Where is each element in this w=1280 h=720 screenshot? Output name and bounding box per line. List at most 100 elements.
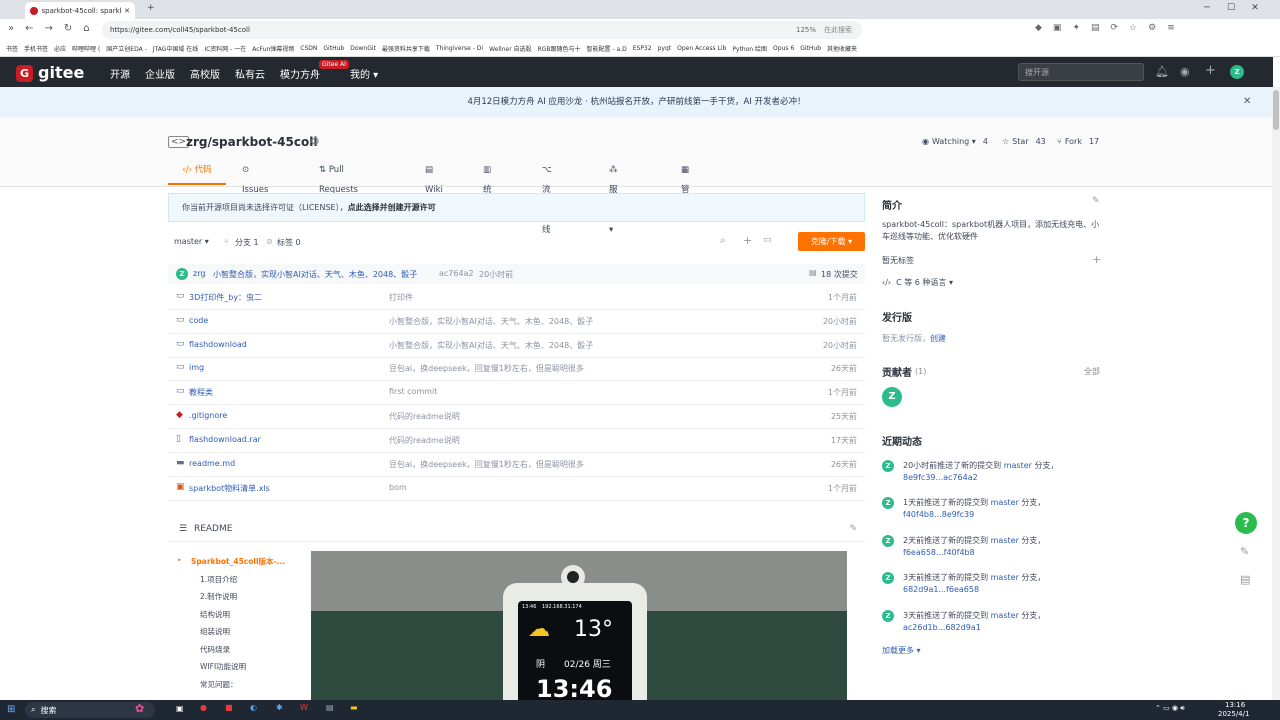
watch-button[interactable]: ◉ Watching ▾ 4: [922, 135, 988, 148]
bookmark-item[interactable]: 智能配置 - a.D: [587, 44, 627, 53]
toc-item[interactable]: Sparkbot_45coll版本-...: [191, 556, 285, 567]
commit-range-link[interactable]: f40f4b8...8e9fc39: [903, 510, 974, 519]
new-tab-icon[interactable]: +: [147, 3, 155, 13]
bookmark-item[interactable]: Open Access Lib: [677, 45, 726, 52]
gitee-logo[interactable]: Ggitee: [16, 63, 84, 82]
bookmark-item[interactable]: GitHub: [323, 45, 344, 52]
bookmark-item[interactable]: 手机书签: [24, 44, 48, 53]
commit-author[interactable]: zrg: [193, 269, 205, 278]
tab-manage[interactable]: ▦ 管理: [681, 160, 690, 215]
file-name[interactable]: readme.md: [189, 459, 235, 468]
commit-range-link[interactable]: 8e9fc39...ac764a2: [903, 473, 978, 482]
window-close-icon[interactable]: ✕: [1243, 3, 1267, 13]
commit-range-link[interactable]: f6ea658...f40f4b8: [903, 548, 975, 557]
branch-link[interactable]: master: [991, 498, 1019, 507]
banner-close-icon[interactable]: ✕: [1243, 96, 1251, 107]
settings-icon[interactable]: ⚙: [1148, 23, 1156, 33]
tab-close-icon[interactable]: ✕: [124, 7, 130, 15]
commit-count[interactable]: 18 次提交: [821, 269, 858, 280]
toc-item[interactable]: 常见问题：: [200, 679, 238, 690]
clone-download-button[interactable]: 克隆/下载 ▾: [798, 232, 865, 251]
file-name[interactable]: .gitignore: [189, 411, 227, 420]
create-release-link[interactable]: 创建: [930, 333, 946, 344]
avatar[interactable]: Z: [882, 610, 894, 622]
bookmark-item[interactable]: IC资料网 - 一在: [204, 44, 246, 53]
toc-item[interactable]: 1.项目介绍: [200, 574, 237, 585]
edit-intro-icon[interactable]: ✎: [1092, 196, 1100, 206]
file-name[interactable]: 3D打印件_by：虫二: [189, 292, 262, 303]
bookmark-item[interactable]: 必应: [54, 44, 66, 53]
help-icon[interactable]: ?: [1235, 512, 1257, 534]
nav-item-open-source[interactable]: 开源: [110, 66, 130, 81]
bookmark-item[interactable]: ESP32: [633, 45, 652, 52]
announcement-banner[interactable]: 4月12日模力方舟 AI 应用沙龙 · 杭州站报名开放，产研前线第一手干货，AI…: [0, 87, 1273, 117]
app-icon[interactable]: ✱: [276, 703, 283, 712]
create-license-link[interactable]: 点此选择并创建开源许可: [348, 203, 436, 212]
branch-select[interactable]: master ▾: [174, 237, 209, 246]
repo-name[interactable]: zrg/sparkbot-45coll: [186, 135, 317, 149]
avatar[interactable]: Z: [882, 497, 894, 509]
scrollbar-thumb[interactable]: [1273, 90, 1279, 130]
toc-item[interactable]: 代码烧录: [200, 644, 230, 655]
all-contributors-link[interactable]: 全部: [1084, 366, 1100, 377]
file-commit-message[interactable]: 打印件: [389, 292, 413, 303]
bookmark-item[interactable]: Wellner 自选股: [489, 44, 531, 53]
nav-item-moark[interactable]: 模力方舟: [280, 66, 320, 81]
table-row[interactable]: ◆ .gitignore 代码的readme说明 25天前: [168, 405, 865, 429]
commit-hash[interactable]: ac764a2: [439, 269, 474, 278]
webide-icon[interactable]: ▭: [763, 235, 772, 245]
favorites-icon[interactable]: ☆: [1129, 23, 1137, 33]
zoom-indicator[interactable]: 125%: [796, 26, 816, 34]
add-icon[interactable]: +: [1205, 63, 1216, 78]
tab-code[interactable]: ‹/› 代码: [168, 160, 226, 185]
minimize-icon[interactable]: ─: [1195, 3, 1219, 13]
table-row[interactable]: ▭ 教程类 first commit 1个月前: [168, 381, 865, 405]
bookmark-item[interactable]: Thingiverse - Di: [436, 45, 483, 52]
commit-range-link[interactable]: 682d9a1...f6ea658: [903, 585, 979, 594]
menu-icon[interactable]: ≡: [1167, 23, 1175, 33]
edit-readme-icon[interactable]: ✎: [849, 516, 857, 542]
file-commit-message[interactable]: 豆包ai，换deepseek，回复慢1秒左右，但是聪明很多: [389, 459, 584, 470]
file-name[interactable]: img: [189, 363, 204, 372]
bookmark-item[interactable]: 最强资料共享下载: [382, 44, 430, 53]
forward-icon[interactable]: →: [45, 23, 53, 34]
file-commit-message[interactable]: 小智整合版，实现小智AI对话、天气、木鱼、2048、骰子: [389, 340, 593, 351]
branch-link[interactable]: master: [991, 573, 1019, 582]
table-row[interactable]: ▭ img 豆包ai，换deepseek，回复慢1秒左右，但是聪明很多 26天前: [168, 357, 865, 381]
file-name[interactable]: 教程类: [189, 387, 213, 398]
file-commit-message[interactable]: bom: [389, 483, 407, 492]
bookmark-item[interactable]: CSDN: [300, 45, 317, 52]
bookmark-item[interactable]: JTAG中国域 在线: [153, 44, 199, 53]
file-explorer-icon[interactable]: ▬: [350, 703, 358, 712]
back-icon[interactable]: ←: [25, 23, 33, 34]
table-row[interactable]: ▬ readme.md 豆包ai，换deepseek，回复慢1秒左右，但是聪明很…: [168, 453, 865, 477]
tab-wiki[interactable]: ▤ Wiki: [425, 160, 443, 195]
nav-item-enterprise[interactable]: 企业版: [145, 66, 175, 81]
commit-message[interactable]: 小智整合版，实现小智AI对话、天气、木鱼、2048、骰子: [213, 269, 417, 280]
nav-item-mine[interactable]: 我的 ▾: [350, 66, 378, 81]
branch-link[interactable]: master: [991, 536, 1019, 545]
toc-item[interactable]: 结构说明: [200, 609, 230, 620]
extension-icon[interactable]: ✦: [1072, 23, 1080, 33]
windows-start-icon[interactable]: ⊞: [7, 704, 15, 715]
table-row[interactable]: ▣ sparkbot物料清单.xls bom 1个月前: [168, 477, 865, 501]
nav-search-input[interactable]: 搜开源: [1018, 63, 1144, 81]
wps-icon[interactable]: W: [300, 703, 308, 712]
bookmark-item[interactable]: pyqt: [658, 45, 672, 52]
file-commit-message[interactable]: 代码的readme说明: [389, 435, 460, 446]
tab-pull-requests[interactable]: ⇅ Pull Requests0: [319, 160, 358, 220]
search-engine-box[interactable]: 在此搜索: [824, 25, 852, 35]
tab-issues[interactable]: ⊙ Issues0: [242, 160, 268, 220]
file-commit-message[interactable]: first commit: [389, 387, 437, 396]
bookmark-item[interactable]: 哔哩哔哩 (: [72, 44, 100, 53]
toc-item[interactable]: 组装说明: [200, 626, 230, 637]
branch-link[interactable]: master: [991, 611, 1019, 620]
bookmark-item[interactable]: GitHub: [800, 45, 821, 52]
avatar[interactable]: Z: [882, 535, 894, 547]
app-icon[interactable]: ●: [200, 703, 207, 712]
toc-item[interactable]: 2.制作说明: [200, 591, 237, 602]
add-file-icon[interactable]: +: [743, 234, 752, 247]
tags-link[interactable]: 标签 0: [277, 237, 301, 248]
sync-icon[interactable]: ⟳: [1111, 23, 1119, 33]
task-view-icon[interactable]: ▣: [176, 704, 184, 713]
